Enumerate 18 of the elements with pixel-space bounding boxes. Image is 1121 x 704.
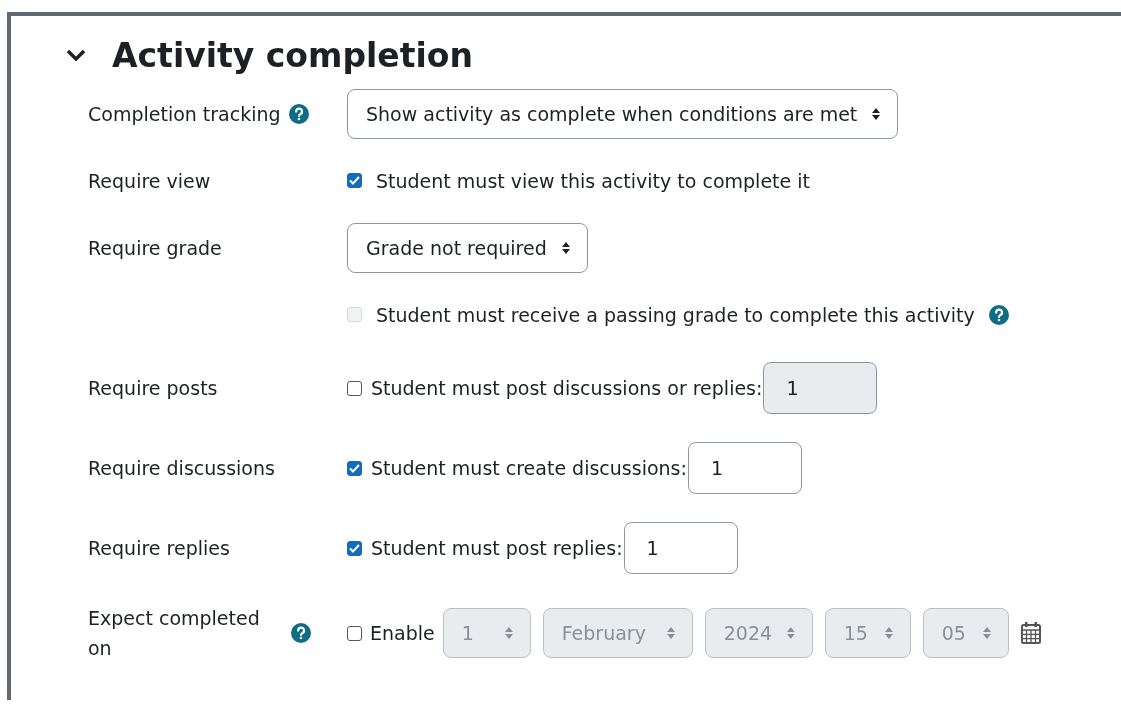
number-field[interactable]: 1: [687, 442, 802, 494]
dropdown[interactable]: Show activity as complete when conditions are met: [347, 88, 899, 139]
field-label: Completion tracking: [88, 101, 281, 127]
field-label: Require discussions: [88, 456, 275, 481]
field-label: Require replies: [88, 536, 230, 561]
field-label: Expect completed on: [88, 606, 261, 661]
section-title: Activity completion: [112, 35, 473, 75]
checkbox-label: Student must create discussions:: [371, 457, 687, 479]
checkbox-label: Enable: [370, 622, 435, 644]
number-field[interactable]: 1: [623, 522, 738, 574]
checkbox-label: Student must post discussions or replies:: [371, 377, 763, 399]
checkbox-label: Student must receive a passing grade to complete this activity: [376, 303, 975, 326]
dropdown[interactable]: Grade not required: [347, 222, 588, 273]
field-label: Require view: [88, 168, 211, 194]
checkbox-label: Student must post replies:: [371, 537, 623, 559]
checkbox-label: Student must view this activity to complete it: [376, 169, 810, 192]
field-label: Require grade: [88, 235, 222, 261]
field-label: Require posts: [88, 376, 218, 401]
